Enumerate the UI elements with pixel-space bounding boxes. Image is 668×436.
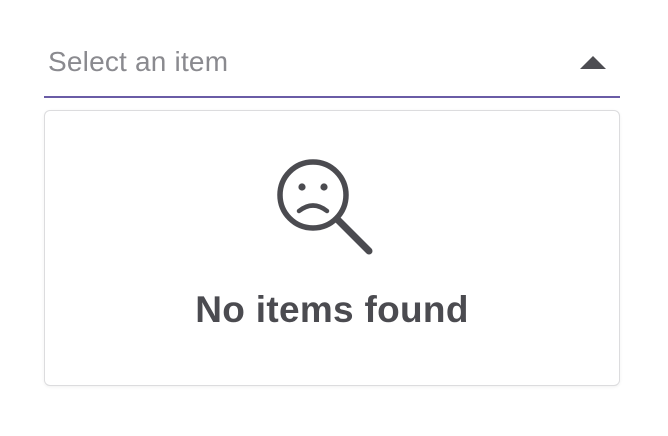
magnifier-sad-face-icon xyxy=(277,159,373,255)
select-dropdown: Select an item No items found xyxy=(0,0,668,436)
caret-up-icon[interactable] xyxy=(580,56,606,69)
empty-message: No items found xyxy=(195,289,469,330)
select-field[interactable]: Select an item xyxy=(44,24,620,98)
dropdown-panel: No items found xyxy=(44,110,620,386)
select-placeholder: Select an item xyxy=(48,46,229,77)
